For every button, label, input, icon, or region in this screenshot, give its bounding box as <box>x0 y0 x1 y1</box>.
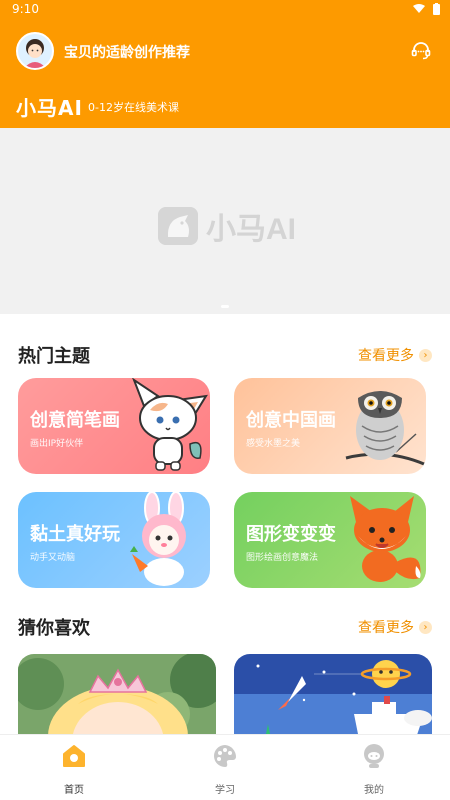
tab-home[interactable]: 首页 <box>29 743 119 796</box>
headset-support-icon[interactable] <box>410 40 432 62</box>
child-avatar-icon <box>18 34 52 68</box>
topic-card-subtitle: 图形绘画创意魔法 <box>246 553 319 563</box>
pony-logo-icon <box>158 207 198 245</box>
chevron-right-icon: › <box>419 348 432 362</box>
recommend-card-space[interactable] <box>234 654 432 744</box>
brand-name: 小马AI <box>16 96 83 120</box>
battery-icon <box>433 3 440 15</box>
topic-card-subtitle: 动手又动脑 <box>30 553 76 563</box>
status-icons <box>413 3 440 15</box>
topic-card-title: 创意简笔画 <box>30 410 120 431</box>
hot-topics-title: 热门主题 <box>18 346 90 367</box>
wifi-icon <box>413 4 425 13</box>
topic-card-subtitle: 感受水墨之美 <box>246 439 301 449</box>
status-time: 9:10 <box>12 2 39 16</box>
status-bar: 9:10 <box>0 0 450 20</box>
recommend-card-princess[interactable] <box>18 654 216 744</box>
hot-topics-header: 热门主题 查看更多 › <box>18 342 432 370</box>
guess-more-link[interactable]: 查看更多 › <box>358 617 432 637</box>
banner-logo: 小马AI <box>158 204 296 248</box>
tab-profile[interactable]: 我的 <box>329 743 419 796</box>
greeting-text: 宝贝的适龄创作推荐 <box>64 45 190 61</box>
topic-card-subtitle: 画出IP好伙伴 <box>30 439 84 449</box>
brand-subtitle: 0-12岁在线美术课 <box>88 101 179 114</box>
banner-logo-text: 小马AI <box>206 213 296 246</box>
topic-card-simple-drawing[interactable]: 创意简笔画 画出IP好伙伴 <box>18 378 210 474</box>
cartoon-fox-illustration <box>350 496 421 582</box>
main-content: 热门主题 查看更多 › 创意简笔画 画出IP好伙伴 创意中国画 感受水墨之美 黏… <box>0 314 450 744</box>
hot-topics-more-link[interactable]: 查看更多 › <box>358 345 432 365</box>
palette-icon <box>214 745 237 767</box>
princess-illustration <box>18 654 216 744</box>
topic-card-clay[interactable]: 黏土真好玩 动手又动脑 <box>18 492 210 588</box>
home-icon <box>63 745 85 767</box>
topic-card-title: 创意中国画 <box>246 410 336 431</box>
topic-card-title: 图形变变变 <box>246 524 336 545</box>
tab-label: 学习 <box>215 785 235 796</box>
cartoon-cat-illustration <box>132 378 208 471</box>
topic-card-chinese-painting[interactable]: 创意中国画 感受水墨之美 <box>234 378 426 474</box>
more-link-label: 查看更多 <box>358 348 414 364</box>
banner[interactable]: 小马AI <box>0 128 450 314</box>
tab-label: 我的 <box>364 785 384 796</box>
topic-card-title: 黏土真好玩 <box>30 524 120 545</box>
tab-label: 首页 <box>64 785 84 796</box>
tab-study[interactable]: 学习 <box>180 743 270 796</box>
bottom-tab-bar: 首页 学习 我的 <box>0 734 450 800</box>
banner-page-indicator <box>221 305 229 308</box>
guess-header: 猜你喜欢 查看更多 › <box>18 614 432 642</box>
guess-title: 猜你喜欢 <box>18 618 90 639</box>
header: 宝贝的适龄创作推荐 小马AI 0-12岁在线美术课 <box>0 20 450 128</box>
ink-owl-illustration <box>345 391 425 466</box>
avatar[interactable] <box>16 32 54 70</box>
chevron-right-icon: › <box>419 620 432 634</box>
clay-bunny-illustration <box>130 492 186 586</box>
topic-card-shapes[interactable]: 图形变变变 图形绘画创意魔法 <box>234 492 426 588</box>
more-link-label: 查看更多 <box>358 620 414 636</box>
profile-icon <box>364 744 384 768</box>
space-ship-illustration <box>234 654 432 744</box>
